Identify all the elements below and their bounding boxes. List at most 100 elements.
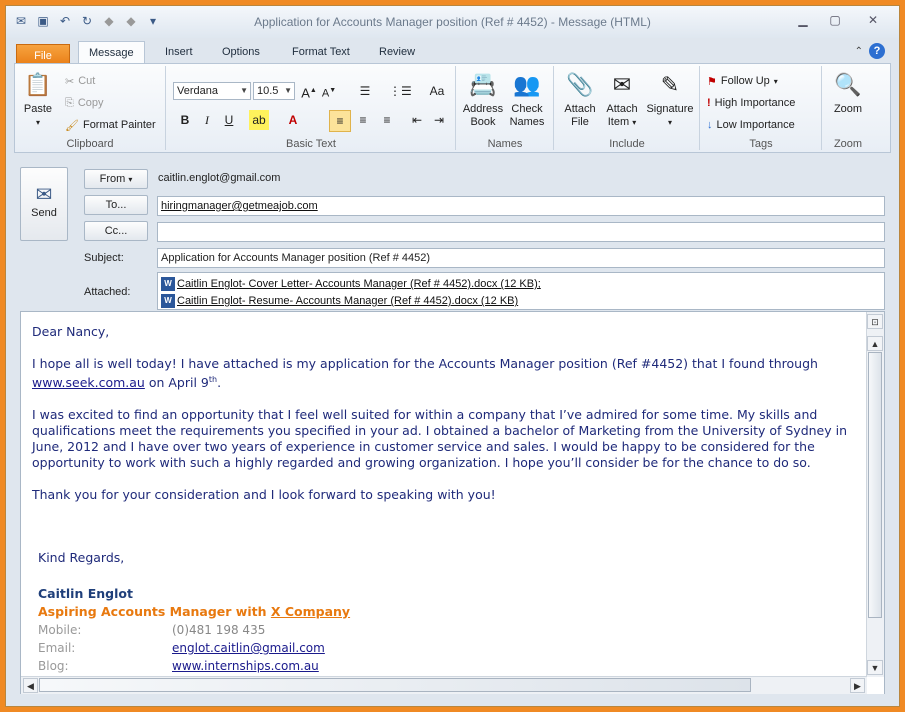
include-group-label: Include <box>609 138 645 150</box>
closing: Kind Regards, <box>38 550 125 565</box>
title-bar: ✉ ▣ ↶ ↻ ◆ ◆ ▾ Application for Accounts M… <box>6 6 899 38</box>
cut-label: Cut <box>78 75 96 87</box>
copy-button[interactable]: ⎘ Copy <box>65 94 104 112</box>
attachment-item[interactable]: W Caitlin Englot- Resume- Accounts Manag… <box>161 294 518 308</box>
company-link[interactable]: X Company <box>271 604 350 619</box>
minimize-icon[interactable]: ▁ <box>789 11 817 29</box>
zoom-group-label: Zoom <box>833 138 863 150</box>
signature-button[interactable]: ✎ Signature ▾ <box>643 68 697 129</box>
signature-tagline: Aspiring Accounts Manager with X Company <box>38 604 350 619</box>
decrease-indent-icon[interactable]: ⇤ <box>407 110 427 130</box>
font-color-icon[interactable]: A <box>283 110 303 130</box>
message-body-editor[interactable]: Dear Nancy, I hope all is well today! I … <box>20 311 885 695</box>
email-label: Email: <box>38 641 76 655</box>
scroll-right-icon[interactable]: ▶ <box>850 678 865 693</box>
envelope-icon: ✉ <box>612 71 632 97</box>
p1-end: . <box>217 375 222 391</box>
format-painter-label: Format Painter <box>82 119 156 131</box>
highlight-icon[interactable]: ab <box>249 110 269 130</box>
attachment-item[interactable]: W Caitlin Englot- Cover Letter- Accounts… <box>161 277 541 291</box>
vertical-scroll-thumb[interactable] <box>868 352 882 618</box>
word-document-icon: W <box>161 277 175 291</box>
tab-options[interactable]: Options <box>212 41 270 64</box>
clipboard-group: 📋 Paste ▾ ✂ Cut ⎘ Copy 🖌 Format Painter Clip… <box>15 66 166 150</box>
help-icon[interactable]: ? <box>869 43 885 59</box>
copy-icon: ⎘ <box>65 96 74 109</box>
word-document-icon: W <box>161 294 175 308</box>
mobile-label: Mobile: <box>38 623 82 637</box>
address-book-button[interactable]: 📇 Address Book <box>461 68 505 129</box>
names-group: 📇 Address Book 👥 Check Names Names <box>457 66 554 150</box>
scroll-up-icon[interactable]: ▲ <box>867 336 883 351</box>
align-center-icon[interactable]: ≡ <box>353 110 373 130</box>
blog-link[interactable]: www.internships.com.au <box>172 659 319 673</box>
magnifier-icon: 🔍 <box>834 71 862 97</box>
font-family-combo[interactable]: Verdana ▼ <box>173 82 251 100</box>
vertical-scrollbar[interactable]: ⊡ ▲ ▼ <box>866 312 884 677</box>
scroll-left-icon[interactable]: ◀ <box>23 678 38 693</box>
low-importance-button[interactable]: ↓ Low Importance <box>707 116 795 134</box>
horizontal-scroll-thumb[interactable] <box>39 678 751 692</box>
check-names-label: Check Names <box>509 103 545 128</box>
check-names-button[interactable]: 👥 Check Names <box>505 68 549 129</box>
subject-label: Subject: <box>84 252 124 264</box>
attach-file-button[interactable]: 📎 Attach File <box>559 68 601 129</box>
high-importance-button[interactable]: ! High Importance <box>707 94 795 112</box>
zoom-button[interactable]: 🔍 Zoom <box>827 68 869 116</box>
attach-item-button[interactable]: ✉ Attach Item ▾ <box>601 68 643 129</box>
cc-field[interactable] <box>157 222 885 242</box>
bold-icon[interactable]: B <box>175 110 195 130</box>
tab-format-text[interactable]: Format Text <box>282 41 360 64</box>
to-field[interactable]: hiringmanager@getmeajob.com <box>157 196 885 216</box>
numbering-icon[interactable]: ⋮☰ <box>389 81 412 101</box>
shrink-font-icon[interactable]: A▼ <box>319 81 339 101</box>
to-button[interactable]: To... <box>84 195 148 215</box>
minimize-ribbon-icon[interactable]: ⌃ <box>855 46 863 57</box>
seek-link[interactable]: www.seek.com.au <box>32 375 145 390</box>
paragraph-2: I was excited to find an opportunity tha… <box>32 407 848 471</box>
paste-button[interactable]: 📋 Paste ▾ <box>21 68 55 129</box>
blog-label: Blog: <box>38 659 69 673</box>
tab-insert[interactable]: Insert <box>155 41 203 64</box>
clipboard-group-label: Clipboard <box>66 138 114 150</box>
basic-text-group-label: Basic Text <box>286 138 336 150</box>
grow-font-icon[interactable]: A▲ <box>299 81 319 101</box>
chevron-down-icon: ▼ <box>284 86 292 95</box>
italic-icon[interactable]: I <box>197 110 217 130</box>
from-button[interactable]: From ▾ <box>84 169 148 189</box>
styles-icon[interactable]: Aa <box>427 81 447 101</box>
increase-indent-icon[interactable]: ⇥ <box>429 110 449 130</box>
tab-review[interactable]: Review <box>369 41 425 64</box>
tags-group: ⚑ Follow Up ▾ ! High Importance ↓ Low Import… <box>701 66 822 150</box>
align-left-icon[interactable]: ≡ <box>329 110 351 132</box>
tab-message[interactable]: Message <box>78 41 145 64</box>
exclamation-icon: ! <box>707 97 711 109</box>
font-size-combo[interactable]: 10.5 ▼ <box>253 82 295 100</box>
format-painter-button[interactable]: 🖌 Format Painter <box>65 116 156 134</box>
follow-up-button[interactable]: ⚑ Follow Up ▾ <box>707 72 778 90</box>
mobile-value: (0)481 198 435 <box>172 623 266 637</box>
scroll-down-icon[interactable]: ▼ <box>867 660 883 675</box>
email-link[interactable]: englot.caitlin@gmail.com <box>172 641 325 655</box>
close-icon[interactable]: ✕ <box>853 11 893 29</box>
bullets-icon[interactable]: ☰ <box>355 81 375 101</box>
align-right-icon[interactable]: ≡ <box>377 110 397 130</box>
paste-icon: 📋 <box>24 71 52 97</box>
subject-field[interactable]: Application for Accounts Manager positio… <box>157 248 885 268</box>
zoom-group: 🔍 Zoom Zoom <box>823 66 873 150</box>
ruler-toggle-icon[interactable]: ⊡ <box>867 314 883 329</box>
horizontal-scrollbar[interactable]: ◀ ▶ <box>21 676 867 694</box>
paste-label: Paste <box>23 103 53 115</box>
send-label: Send <box>31 207 57 219</box>
attachment-name: Caitlin Englot- Cover Letter- Accounts M… <box>177 278 541 290</box>
follow-up-label: Follow Up <box>720 75 770 87</box>
send-button[interactable]: ✉ Send <box>20 167 68 241</box>
cut-button[interactable]: ✂ Cut <box>65 72 95 90</box>
underline-icon[interactable]: U <box>219 110 239 130</box>
maximize-icon[interactable]: ▢ <box>821 11 849 29</box>
to-recipient[interactable]: hiringmanager@getmeajob.com <box>161 200 318 212</box>
attachments-field: W Caitlin Englot- Cover Letter- Accounts… <box>157 272 885 310</box>
cc-button[interactable]: Cc... <box>84 221 148 241</box>
paperclip-icon: 📎 <box>566 71 594 97</box>
p1-text: I hope all is well today! I have attache… <box>32 356 818 371</box>
